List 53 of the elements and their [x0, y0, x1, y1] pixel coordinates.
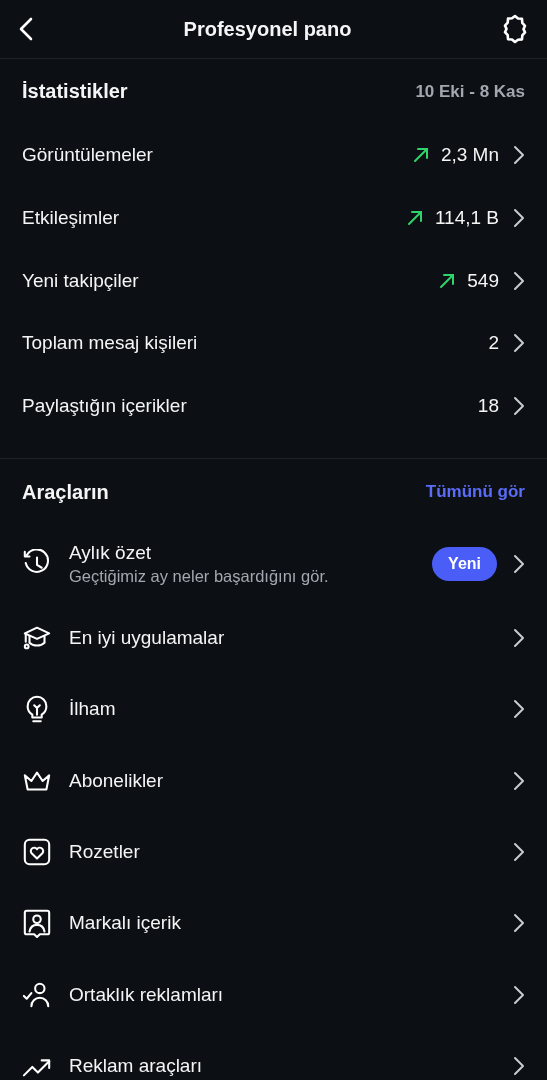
stat-label: Etkileşimler	[22, 207, 121, 230]
chevron-icon	[513, 1055, 525, 1076]
tool-label: Markalı içerik	[69, 912, 182, 935]
tool-label: Rozetler	[69, 840, 141, 863]
stat-label: Paylaştığın içerikler	[22, 395, 188, 418]
tool-label: Reklam araçları	[69, 1054, 204, 1077]
chevron-icon	[513, 913, 525, 934]
chevron-icon	[513, 699, 525, 720]
tool-label: İlham	[69, 698, 117, 721]
tool-row[interactable]: En iyi uygulamalar	[22, 602, 525, 674]
stat-value: 549	[467, 269, 499, 292]
stat-label: Yeni takipçiler	[22, 269, 140, 292]
chevron-icon	[513, 145, 525, 166]
tool-row[interactable]: Markalı içerik	[22, 887, 525, 959]
chevron-icon	[513, 984, 525, 1005]
section-title: Araçların	[22, 480, 109, 504]
stat-row[interactable]: Yeni takipçiler 549	[22, 249, 525, 313]
chevron-icon	[513, 628, 525, 649]
tool-row[interactable]: Rozetler	[22, 816, 525, 888]
tool-row[interactable]: İlham	[22, 673, 525, 746]
tool-row[interactable]: Reklam araçları	[22, 1030, 525, 1080]
tool-description: Geçtiğimiz ay neler başardığını gör.	[69, 566, 330, 586]
see-all-link[interactable]: Tümünü gör	[425, 482, 525, 503]
chevron-icon	[513, 333, 525, 354]
section-title: İstatistikler	[22, 80, 128, 103]
tool-label: Aylık özet	[69, 541, 153, 564]
chevron-icon	[513, 270, 525, 291]
chevron-icon	[513, 396, 525, 417]
stat-value: 2	[488, 332, 499, 355]
date-range: 10 Eki - 8 Kas	[415, 81, 525, 102]
stat-value: 2,3 Mn	[440, 144, 499, 167]
new-badge: Yeni	[432, 546, 497, 581]
tool-row[interactable]: Abonelikler	[22, 745, 525, 817]
chevron-icon	[513, 553, 525, 574]
tool-label: Abonelikler	[69, 769, 164, 792]
stat-label: Görüntülemeler	[22, 144, 154, 167]
chevron-icon	[513, 770, 525, 791]
stat-value: 114,1 B	[434, 207, 499, 230]
stat-value: 18	[477, 395, 499, 418]
tool-row[interactable]: Aylık özet Geçtiğimiz ay neler başardığını gör. Yeni	[22, 525, 525, 603]
chevron-icon	[513, 841, 525, 862]
tool-label: En iyi uygulamalar	[69, 627, 226, 650]
stat-row[interactable]: Görüntülemeler 2,3 Mn	[22, 124, 525, 187]
page-title: Profesyonel pano	[183, 17, 352, 41]
person-frame-icon	[22, 908, 52, 939]
tool-label: Ortaklık reklamları	[69, 983, 225, 1006]
stat-row[interactable]: Etkileşimler 114,1 B	[22, 186, 525, 250]
stat-label: Toplam mesaj kişileri	[22, 332, 199, 355]
stat-row[interactable]: Toplam mesaj kişileri 2	[22, 312, 525, 375]
stat-row[interactable]: Paylaştığın içerikler 18	[22, 374, 525, 438]
tool-row[interactable]: Ortaklık reklamları	[22, 958, 525, 1031]
heart-square-icon	[22, 836, 52, 867]
chevron-icon	[513, 208, 525, 229]
